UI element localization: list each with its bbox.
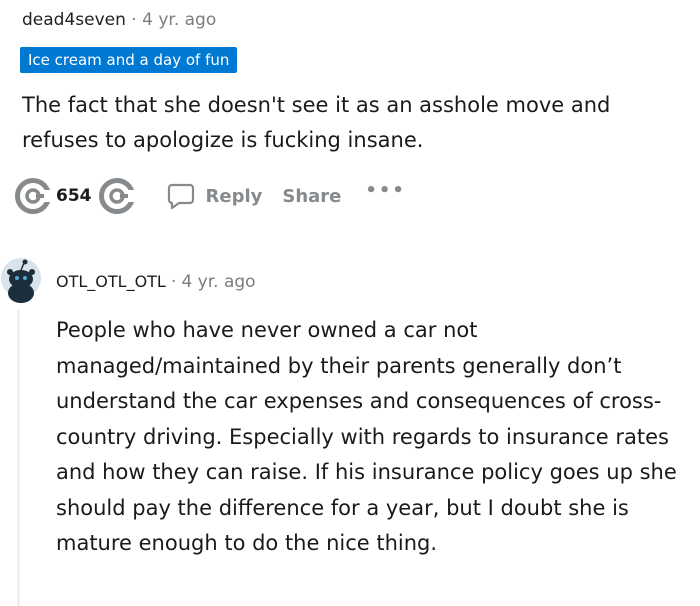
- vote-count: 654: [56, 186, 92, 206]
- comment-author[interactable]: OTL_OTL_OTL: [56, 272, 166, 291]
- meta-separator: ·: [131, 10, 137, 30]
- thread-line[interactable]: [17, 310, 20, 606]
- more-options-icon: •••: [365, 179, 406, 201]
- comment-timestamp[interactable]: 4 yr. ago: [181, 272, 255, 292]
- reply-button[interactable]: Reply: [166, 181, 263, 211]
- share-label: Share: [282, 185, 342, 207]
- upvote-icon[interactable]: [14, 177, 52, 215]
- more-options-button[interactable]: •••: [365, 180, 406, 201]
- user-flair: Ice cream and a day of fun: [20, 47, 238, 73]
- comment-body: The fact that she doesn't see it as an a…: [22, 93, 611, 152]
- comment-meta: dead4seven · 4 yr. ago: [22, 10, 216, 30]
- snoo-avatar-icon[interactable]: [0, 257, 42, 303]
- meta-separator: ·: [170, 272, 177, 292]
- comment-timestamp[interactable]: 4 yr. ago: [142, 10, 216, 30]
- reply-label: Reply: [205, 185, 263, 207]
- share-button[interactable]: Share: [282, 186, 341, 207]
- comment-actions: 654 Reply Share •••: [14, 176, 406, 216]
- downvote-icon[interactable]: [98, 177, 136, 215]
- comment-thread: dead4seven · 4 yr. ago Ice cream and a d…: [0, 0, 700, 606]
- comment-body: People who have never owned a car not ma…: [56, 318, 677, 555]
- comment-bubble-icon: [167, 183, 194, 210]
- comment-author[interactable]: dead4seven: [22, 10, 126, 30]
- comment-meta: OTL_OTL_OTL · 4 yr. ago: [56, 272, 256, 292]
